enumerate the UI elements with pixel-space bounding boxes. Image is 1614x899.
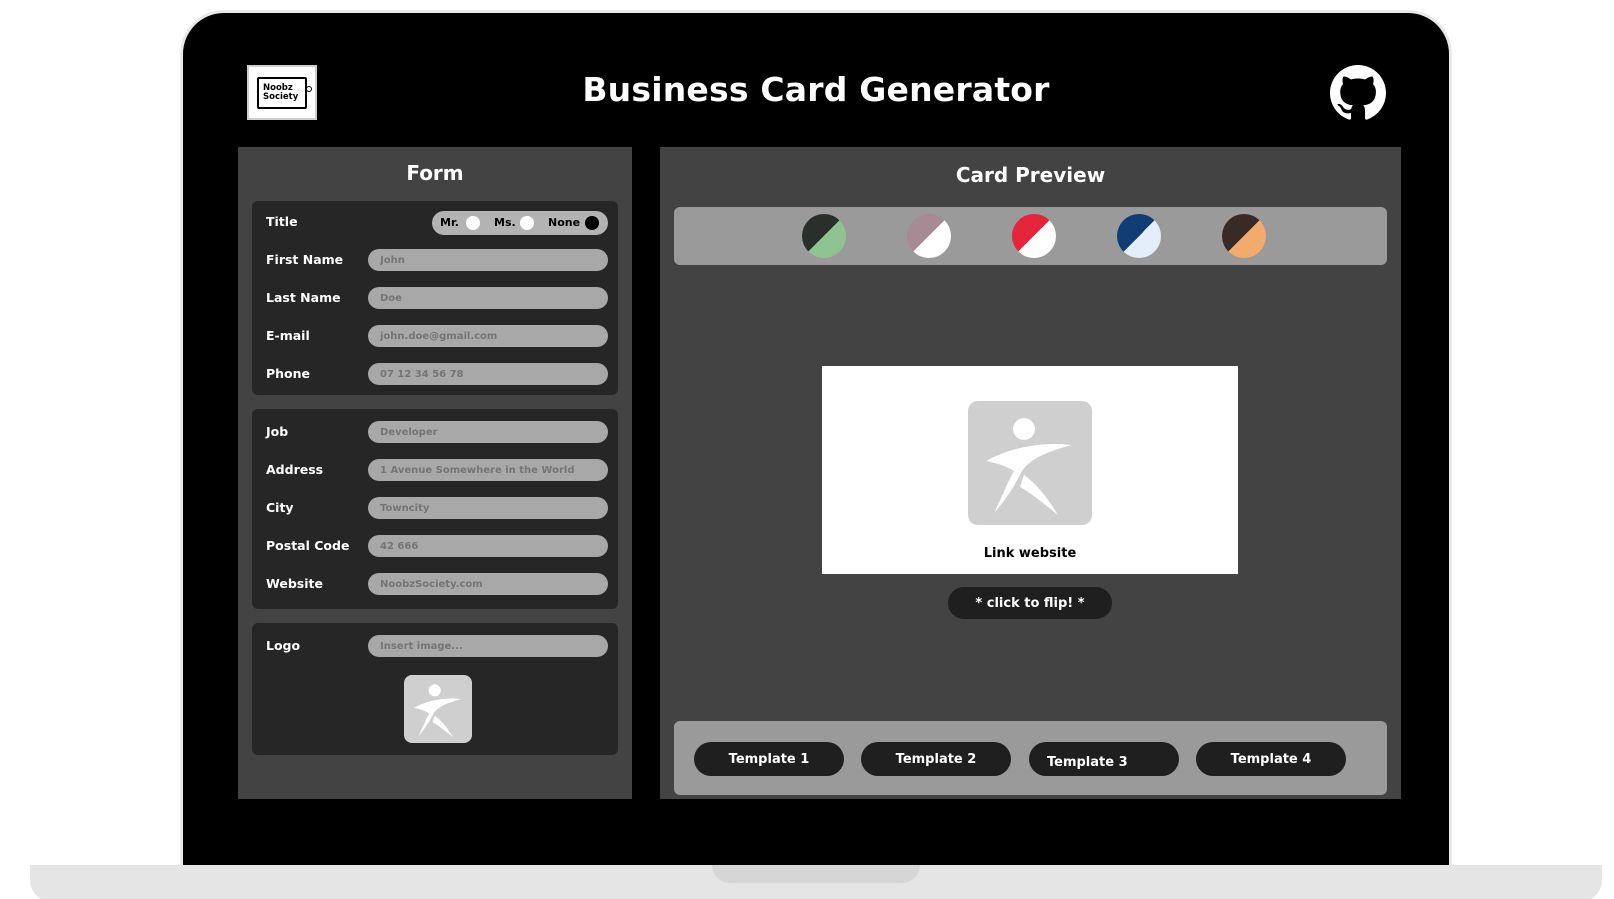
template-selector: Template 1 Template 2 Template 3 Templat… bbox=[674, 721, 1387, 795]
person-placeholder-icon bbox=[986, 418, 1072, 515]
color-theme-swatch[interactable] bbox=[1117, 214, 1161, 258]
person-placeholder-icon bbox=[413, 684, 462, 738]
first-name-row: First Name bbox=[252, 249, 618, 273]
last-name-input[interactable] bbox=[368, 287, 608, 309]
postal-code-row: Postal Code bbox=[252, 535, 618, 559]
title-label: Title bbox=[266, 214, 298, 229]
color-theme-swatch[interactable] bbox=[1222, 214, 1266, 258]
color-theme-swatch[interactable] bbox=[1012, 214, 1056, 258]
first-name-label: First Name bbox=[266, 252, 344, 267]
form-title: Form bbox=[406, 161, 464, 185]
radio-mr-label: Mr. bbox=[440, 216, 459, 229]
radio-ms-label: Ms. bbox=[494, 216, 516, 229]
template-1-button[interactable]: Template 1 bbox=[694, 742, 844, 776]
card-preview-panel: Card Preview Link website * click to fli… bbox=[660, 147, 1401, 799]
address-input[interactable] bbox=[368, 459, 608, 481]
business-card[interactable]: Link website bbox=[822, 366, 1238, 574]
address-row: Address bbox=[252, 459, 618, 483]
address-label: Address bbox=[266, 462, 324, 477]
app-screen: Noobz Society Business Card Generator Fo… bbox=[220, 62, 1412, 810]
color-theme-picker bbox=[674, 207, 1387, 265]
job-input[interactable] bbox=[368, 421, 608, 443]
professional-info-group: Job Address City Postal Code Website bbox=[252, 409, 618, 609]
email-label: E-mail bbox=[266, 328, 310, 343]
website-row: Website bbox=[252, 573, 618, 597]
github-icon[interactable] bbox=[1330, 65, 1386, 121]
personal-info-group: Title Mr. Ms. None First Name Last Name bbox=[252, 201, 618, 395]
app-header: Noobz Society Business Card Generator bbox=[220, 62, 1412, 130]
flip-card-button[interactable]: * click to flip! * bbox=[948, 587, 1112, 619]
first-name-input[interactable] bbox=[368, 249, 608, 271]
job-row: Job bbox=[252, 421, 618, 445]
title-radio-group: Mr. Ms. None bbox=[432, 211, 608, 235]
radio-ms[interactable] bbox=[520, 216, 534, 230]
card-website-link[interactable]: Link website bbox=[822, 546, 1238, 561]
template-3-button[interactable]: Template 3 bbox=[1029, 742, 1179, 776]
radio-none[interactable] bbox=[585, 216, 599, 230]
card-logo-image bbox=[968, 401, 1092, 525]
phone-input[interactable] bbox=[368, 363, 608, 385]
job-label: Job bbox=[266, 424, 289, 439]
radio-none-label: None bbox=[548, 216, 581, 229]
logo-label: Logo bbox=[266, 638, 301, 653]
logo-row: Logo bbox=[252, 635, 618, 659]
radio-mr[interactable] bbox=[466, 216, 480, 230]
title-row: Title Mr. Ms. None bbox=[252, 211, 618, 235]
template-4-button[interactable]: Template 4 bbox=[1196, 742, 1346, 776]
city-row: City bbox=[252, 497, 618, 521]
city-input[interactable] bbox=[368, 497, 608, 519]
phone-label: Phone bbox=[266, 366, 311, 381]
last-name-row: Last Name bbox=[252, 287, 618, 311]
preview-title: Card Preview bbox=[955, 163, 1106, 187]
logo-input[interactable] bbox=[368, 635, 608, 657]
city-label: City bbox=[266, 500, 294, 515]
email-row: E-mail bbox=[252, 325, 618, 349]
website-label: Website bbox=[266, 576, 323, 591]
postal-code-label: Postal Code bbox=[266, 538, 350, 553]
color-theme-swatch[interactable] bbox=[802, 214, 846, 258]
email-input[interactable] bbox=[368, 325, 608, 347]
phone-row: Phone bbox=[252, 363, 618, 387]
logo-group: Logo bbox=[252, 623, 618, 755]
postal-code-input[interactable] bbox=[368, 535, 608, 557]
page-title: Business Card Generator bbox=[582, 70, 1050, 109]
color-theme-swatch[interactable] bbox=[907, 214, 951, 258]
website-input[interactable] bbox=[368, 573, 608, 595]
logo-preview-image bbox=[404, 675, 472, 743]
template-2-button[interactable]: Template 2 bbox=[861, 742, 1011, 776]
form-panel: Form Title Mr. Ms. None First Name Last bbox=[238, 147, 632, 799]
laptop-notch bbox=[712, 865, 920, 883]
last-name-label: Last Name bbox=[266, 290, 341, 305]
